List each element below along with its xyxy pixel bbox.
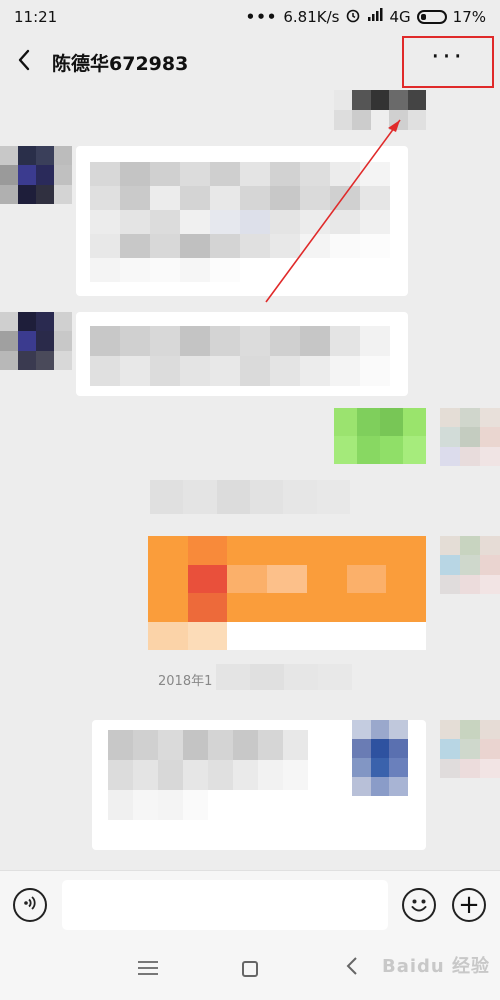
more-dots-icon: ··· [431, 42, 465, 72]
input-bar: + [0, 870, 500, 938]
status-time: 11:21 [14, 8, 58, 26]
chevron-left-icon [346, 957, 358, 982]
alarm-icon [345, 7, 361, 27]
chat-header: 陈德华672983 ··· [0, 34, 500, 90]
chevron-left-icon [17, 49, 31, 75]
signal-icon [367, 8, 383, 26]
status-right: ••• 6.81K/s 4G 17% [246, 7, 486, 27]
page-title: 陈德华672983 [52, 52, 189, 75]
back-button[interactable] [0, 34, 48, 90]
system-nav-bar: Baidu 经验 [0, 938, 500, 1000]
plus-button[interactable]: + [452, 888, 486, 922]
emoji-icon [404, 899, 434, 924]
watermark: Baidu 经验 [381, 956, 490, 977]
battery-level: 17% [452, 8, 486, 26]
voice-button[interactable] [13, 888, 47, 922]
recent-apps-button[interactable] [138, 958, 158, 978]
plus-icon: + [458, 890, 480, 920]
status-dots: ••• [245, 8, 278, 26]
more-options-button[interactable]: ··· [402, 36, 494, 88]
chat-area[interactable]: 2018年1 [0, 90, 500, 870]
emoji-button[interactable] [402, 888, 436, 922]
nav-back-button[interactable] [346, 956, 358, 982]
message-input[interactable] [62, 880, 388, 930]
annotation-arrow [265, 119, 401, 303]
voice-icon [21, 894, 39, 916]
battery-icon [416, 10, 447, 24]
home-button[interactable] [242, 961, 258, 977]
status-bar: 11:21 ••• 6.81K/s 4G 17% [0, 0, 500, 34]
network-type: 4G [389, 8, 411, 26]
network-speed: 6.81K/s [283, 8, 340, 26]
